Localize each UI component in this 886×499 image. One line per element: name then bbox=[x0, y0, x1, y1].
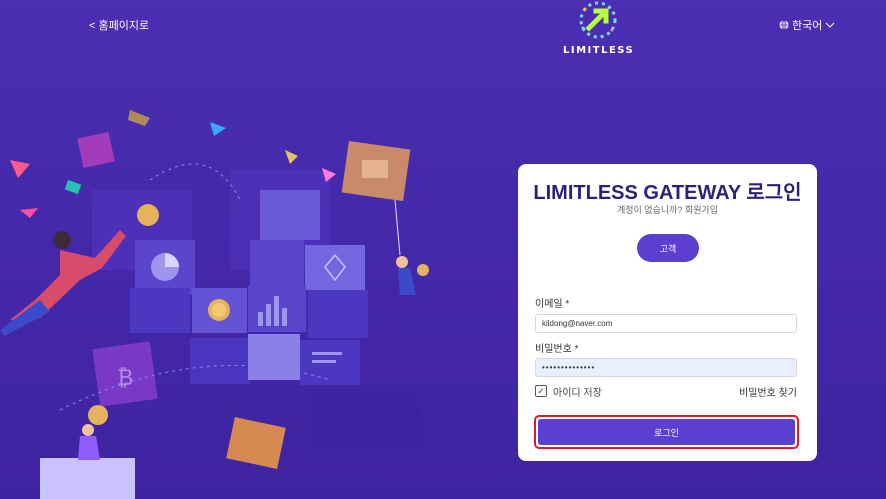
person-reaching bbox=[0, 230, 126, 336]
person-sitting bbox=[40, 424, 135, 499]
globe-icon bbox=[779, 20, 789, 30]
find-password-link[interactable]: 비밀번호 찾기 bbox=[739, 384, 797, 399]
login-title: LIMITLESS GATEWAY 로그인 bbox=[533, 182, 802, 204]
cube bbox=[250, 240, 304, 288]
language-selector[interactable]: 한국어 bbox=[779, 17, 835, 33]
back-to-home-link[interactable]: < 홈페이지로 bbox=[89, 17, 149, 33]
person-hanging bbox=[394, 199, 416, 295]
cube bbox=[130, 288, 190, 333]
login-card: LIMITLESS GATEWAY 로그인 계정이 없습니까? 회원가입 고객 … bbox=[518, 164, 817, 461]
cube bbox=[190, 338, 250, 384]
coin bbox=[417, 264, 429, 276]
language-label: 한국어 bbox=[792, 20, 823, 32]
top-bar: < 홈페이지로 LIMITLESS 한국어 bbox=[0, 0, 886, 70]
logo-icon bbox=[579, 1, 617, 39]
svg-text:₿: ₿ bbox=[117, 366, 133, 391]
cube bbox=[308, 290, 368, 338]
ethereum-cube bbox=[305, 245, 365, 290]
email-field[interactable]: kildong@naver.com bbox=[535, 314, 797, 333]
floating-cube bbox=[77, 132, 115, 168]
customer-type-button[interactable]: 고객 bbox=[637, 234, 699, 262]
floating-cube bbox=[226, 417, 286, 469]
signup-link[interactable]: 회원가입 bbox=[685, 205, 718, 215]
cube bbox=[260, 190, 320, 240]
password-field[interactable]: •••••••••••••• bbox=[535, 358, 797, 377]
coin bbox=[137, 204, 159, 226]
signup-prompt: 계정이 없습니까? 회원가입 bbox=[518, 203, 817, 216]
chevron-down-icon bbox=[826, 22, 835, 28]
cube bbox=[248, 334, 300, 380]
login-button[interactable]: 로그인 bbox=[538, 419, 795, 445]
email-label: 이메일 * bbox=[535, 299, 570, 310]
coin bbox=[88, 405, 108, 425]
no-account-text: 계정이 없습니까? bbox=[616, 205, 683, 215]
password-label: 비밀번호 * bbox=[535, 344, 579, 355]
limitless-logo[interactable]: LIMITLESS bbox=[563, 0, 633, 62]
remember-id-label[interactable]: 아이디 저장 bbox=[553, 384, 602, 399]
hero-illustration: ₿ bbox=[0, 110, 429, 499]
logo-text: LIMITLESS bbox=[563, 45, 635, 56]
remember-row: ✓ 아이디 저장 비밀번호 찾기 bbox=[535, 384, 797, 400]
remember-id-checkbox[interactable]: ✓ bbox=[535, 385, 547, 397]
